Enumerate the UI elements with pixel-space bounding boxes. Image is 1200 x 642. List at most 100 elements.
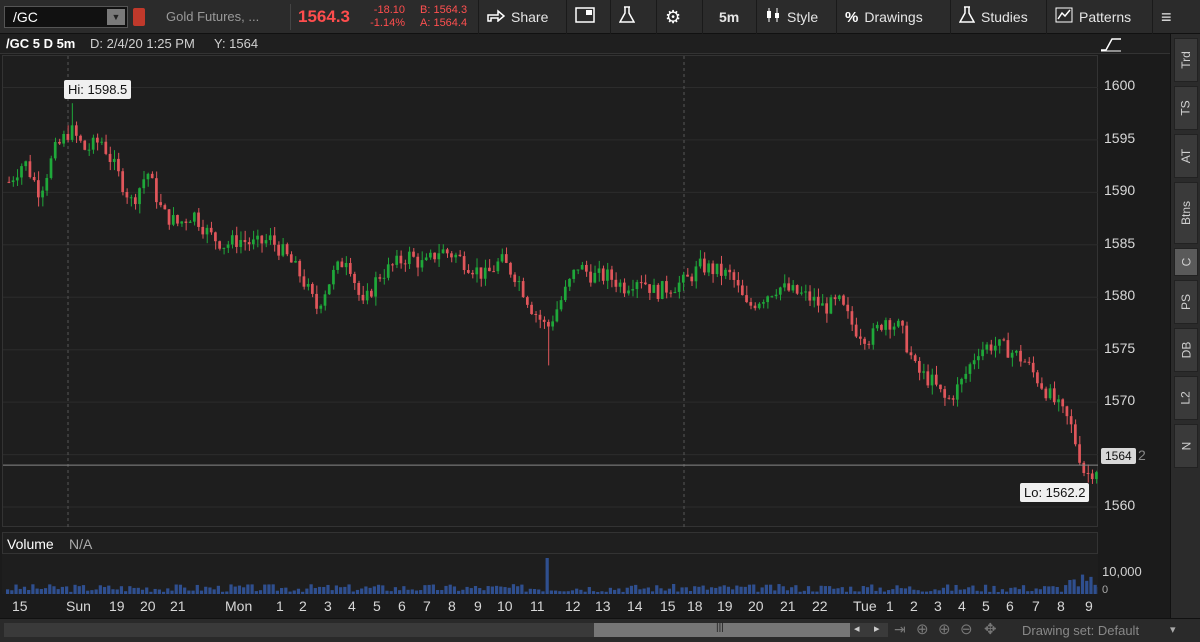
scrollbar-thumb[interactable]: ||| <box>594 622 850 637</box>
volume-bar <box>22 586 27 594</box>
link-color-tag[interactable] <box>133 8 145 26</box>
candle-body <box>707 263 710 273</box>
time-tick-label: 8 <box>1057 598 1065 614</box>
zoom-out-icon[interactable]: ⊖ <box>960 620 973 638</box>
side-tab-c[interactable]: C <box>1174 248 1198 276</box>
zoom-in-icon[interactable]: ⊕ <box>938 620 951 638</box>
candle-body <box>184 221 188 223</box>
side-tab-l2[interactable]: L2 <box>1174 376 1198 420</box>
pan-icon[interactable]: ✥ <box>984 620 997 638</box>
volume-bar <box>794 585 798 594</box>
flexible-grid-button[interactable] <box>566 0 609 34</box>
share-button[interactable]: Share <box>478 0 556 34</box>
volume-bar <box>334 585 339 594</box>
volume-bar <box>887 590 891 594</box>
side-panel-tabs: Trd TS AT Btns C PS DB L2 N <box>1170 34 1200 618</box>
drawing-set-dropdown-icon[interactable]: ▾ <box>1170 623 1176 636</box>
volume-bar <box>823 586 827 594</box>
chart-style-icon[interactable] <box>1100 36 1122 52</box>
volume-bar <box>124 591 128 594</box>
drawings-button[interactable]: % Drawings <box>836 0 931 34</box>
volume-bar <box>731 589 735 594</box>
flask-button[interactable] <box>610 0 649 34</box>
time-tick-label: 11 <box>530 598 545 614</box>
candle-body <box>277 244 280 256</box>
volume-bar <box>857 591 861 594</box>
volume-bar <box>115 589 119 594</box>
candle-body <box>66 133 70 140</box>
candle-body <box>644 282 647 285</box>
candle-body <box>167 209 171 225</box>
volume-bar <box>844 591 849 594</box>
volume-bar <box>937 590 941 594</box>
candle-body <box>235 235 238 247</box>
candle-body <box>926 371 930 386</box>
time-axis[interactable]: 15 Sun 19 20 21 Mon 1 2 3 4 5 6 7 8 9 10 11 12 13 14 15 18 19 2… <box>0 595 1100 617</box>
volume-bar <box>355 589 360 594</box>
side-tab-btns[interactable]: Btns <box>1174 182 1198 244</box>
volume-bar <box>562 591 566 594</box>
volume-bar <box>650 591 655 594</box>
volume-bar <box>183 587 187 594</box>
timeframe-button[interactable]: 5m <box>702 0 755 34</box>
candle-body <box>787 283 791 291</box>
candle-body <box>837 295 841 300</box>
candle-body <box>985 344 989 350</box>
candle-body <box>610 269 614 280</box>
candle-body <box>471 272 474 275</box>
side-tab-db[interactable]: DB <box>1174 328 1198 372</box>
side-tab-at[interactable]: AT <box>1174 134 1198 178</box>
horizontal-scrollbar[interactable]: ||| <box>4 622 888 637</box>
style-button[interactable]: Style <box>756 0 826 34</box>
volume-bar <box>86 590 90 594</box>
volume-bar <box>537 589 541 594</box>
patterns-label: Patterns <box>1079 9 1132 25</box>
candle-body <box>96 137 99 143</box>
hi-annotation: Hi: 1598.5 <box>64 80 132 99</box>
side-tab-ts[interactable]: TS <box>1174 86 1198 130</box>
menu-button[interactable]: ≡ <box>1152 0 1180 34</box>
candle-body <box>391 264 394 266</box>
chevron-down-icon[interactable]: ▼ <box>107 9 125 25</box>
scroll-left-icon[interactable]: ◂ <box>854 622 860 635</box>
volume-chart[interactable] <box>2 554 1101 594</box>
candle-body <box>871 328 875 345</box>
studies-label: Studies <box>981 9 1028 25</box>
zoom-fit-icon[interactable]: ⇥ <box>894 621 906 638</box>
side-tab-ps[interactable]: PS <box>1174 280 1198 324</box>
volume-bar <box>520 584 524 594</box>
volume-bar <box>473 586 478 594</box>
volume-bar <box>541 591 545 594</box>
candle-body <box>960 378 963 385</box>
price-chart[interactable] <box>2 55 1102 528</box>
volume-bar <box>722 585 726 594</box>
volume-bar <box>448 584 452 594</box>
side-tab-n[interactable]: N <box>1174 424 1198 468</box>
candle-body <box>298 261 302 277</box>
volume-bar <box>545 558 549 594</box>
symbol-input[interactable]: /GC ▼ <box>4 6 128 28</box>
candle-body <box>859 336 862 339</box>
candle-body <box>87 149 91 151</box>
scroll-right-icon[interactable]: ▸ <box>874 622 880 635</box>
volume-bar <box>347 584 351 594</box>
candle-body <box>509 262 512 275</box>
candle-body <box>226 244 230 248</box>
candle-body <box>205 227 209 235</box>
candle-body <box>7 181 11 183</box>
time-tick-label: 19 <box>717 598 733 614</box>
candle-body <box>138 188 141 205</box>
side-tab-trd[interactable]: Trd <box>1174 38 1198 82</box>
studies-button[interactable]: Studies <box>950 0 1036 34</box>
patterns-button[interactable]: Patterns <box>1046 0 1139 34</box>
share-label: Share <box>511 9 549 25</box>
candle-body <box>125 191 129 198</box>
candle-body <box>264 240 268 244</box>
volume-bar <box>798 591 802 594</box>
crosshair-icon[interactable]: ⊕ <box>916 620 929 638</box>
candle-body <box>783 283 786 288</box>
time-tick-label: 5 <box>982 598 990 614</box>
candle-body <box>534 313 538 315</box>
candle-body <box>1061 399 1065 407</box>
settings-button[interactable]: ⚙ <box>656 0 695 34</box>
